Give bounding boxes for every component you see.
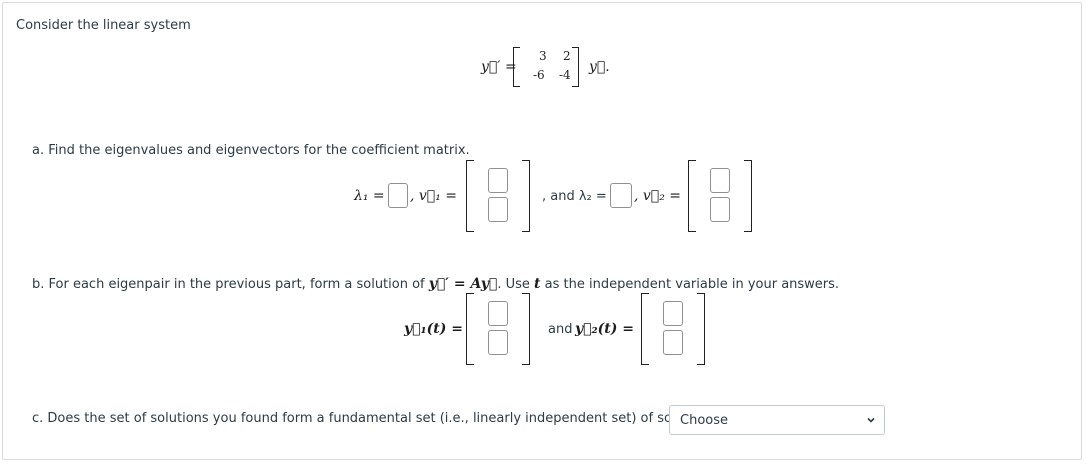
v1-entry-2-input[interactable] bbox=[488, 197, 508, 222]
vector-right-bracket bbox=[744, 160, 752, 232]
lambda1-input[interactable] bbox=[388, 183, 408, 208]
y1-entry-1-input[interactable] bbox=[488, 301, 508, 326]
part-b-prompt-before: b. For each eigenpair in the previous pa… bbox=[32, 277, 425, 292]
matrix-right-bracket bbox=[572, 47, 579, 87]
chevron-down-icon bbox=[867, 417, 875, 423]
fundamental-set-select[interactable]: Choose bbox=[669, 405, 885, 435]
matrix-cell: 3 bbox=[539, 49, 547, 63]
and-lambda2-label: , and λ₂ = bbox=[542, 189, 607, 204]
part-b-prompt-after: as the independent variable in your answ… bbox=[544, 277, 840, 292]
vector-right-bracket bbox=[522, 293, 530, 365]
y2-entry-2-input[interactable] bbox=[663, 330, 683, 355]
y1-vector-input bbox=[466, 293, 530, 365]
v2-entry-1-input[interactable] bbox=[710, 168, 730, 193]
select-value: Choose bbox=[680, 413, 728, 428]
matrix-cell: -4 bbox=[559, 68, 571, 82]
matrix-left-bracket bbox=[513, 47, 520, 87]
matrix-cell: -6 bbox=[533, 68, 545, 82]
part-b-prompt: b. For each eigenpair in the previous pa… bbox=[32, 276, 839, 292]
v1-vector-input bbox=[466, 160, 530, 232]
y1-entry-2-input[interactable] bbox=[488, 330, 508, 355]
vector-left-bracket bbox=[466, 160, 474, 232]
vector-left-bracket bbox=[688, 160, 696, 232]
v2-entry-2-input[interactable] bbox=[710, 197, 730, 222]
part-a-prompt: a. Find the eigenvalues and eigenvectors… bbox=[32, 143, 470, 158]
y2-label: y⃗₂(t) = bbox=[575, 321, 634, 337]
y2-entry-1-input[interactable] bbox=[663, 301, 683, 326]
system-lhs: y⃗′ = bbox=[481, 59, 517, 75]
and-label: and bbox=[548, 322, 573, 337]
intro-text: Consider the linear system bbox=[16, 18, 191, 33]
lambda1-label: λ₁ = bbox=[354, 188, 385, 204]
vector-left-bracket bbox=[641, 293, 649, 365]
matrix-cell: 2 bbox=[563, 49, 571, 63]
vector-left-bracket bbox=[466, 293, 474, 365]
part-b-t-variable: t bbox=[534, 276, 541, 292]
y2-vector-input bbox=[641, 293, 705, 365]
v1-label: , v⃗₁ = bbox=[410, 188, 458, 204]
v2-vector-input bbox=[688, 160, 752, 232]
part-b-equation: y⃗′ = Ay⃗ bbox=[428, 276, 498, 292]
vector-right-bracket bbox=[697, 293, 705, 365]
v2-label: , v⃗₂ = bbox=[634, 188, 682, 204]
coefficient-matrix: 3 2 -6 -4 bbox=[513, 47, 579, 87]
v1-entry-1-input[interactable] bbox=[488, 168, 508, 193]
system-rhs: y⃗. bbox=[589, 59, 610, 75]
vector-right-bracket bbox=[522, 160, 530, 232]
part-b-prompt-mid: . Use bbox=[497, 277, 530, 292]
part-c-prompt: c. Does the set of solutions you found f… bbox=[32, 411, 723, 426]
y1-label: y⃗₁(t) = bbox=[404, 321, 463, 337]
lambda2-input[interactable] bbox=[610, 183, 632, 208]
